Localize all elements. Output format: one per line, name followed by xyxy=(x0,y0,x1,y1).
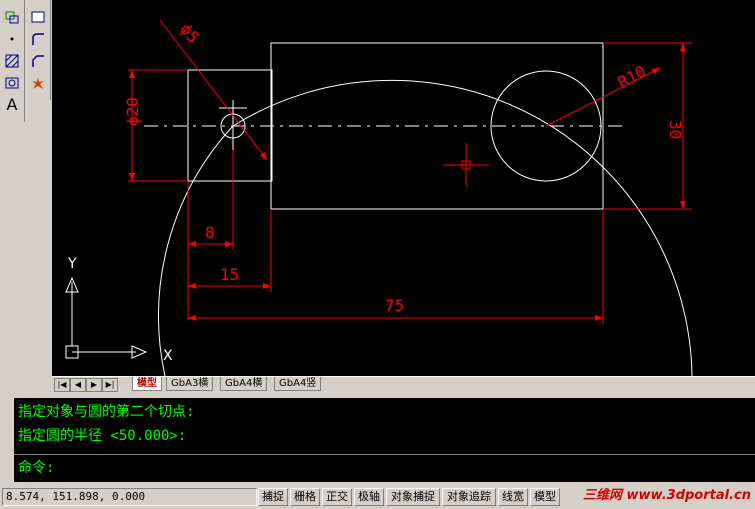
left-rectangle[interactable] xyxy=(187,69,273,182)
dimension-texts: ϕ5 ϕ20 R10 30 8 15 75 xyxy=(123,20,685,315)
ucs-y-label: Y xyxy=(67,256,77,272)
dim-30-text: 30 xyxy=(666,120,685,139)
command-history-line: 指定圆的半径 <50.000>: xyxy=(18,428,187,444)
dim-phi20-text: ϕ20 xyxy=(123,97,142,126)
tab-first-button[interactable]: |◀ xyxy=(54,378,70,392)
point-icon[interactable] xyxy=(2,30,22,48)
tab-gba3-landscape[interactable]: GbA3横 xyxy=(166,377,214,391)
draw-toolbar: A xyxy=(0,0,25,122)
ucs-icon xyxy=(65,276,148,359)
command-window[interactable]: 指定对象与圆的第二个切点: 指定圆的半径 <50.000>: 命令: xyxy=(14,398,755,482)
osnap-button[interactable]: 对象捕捉 xyxy=(386,488,440,506)
explode-icon[interactable] xyxy=(28,74,48,92)
drawing-canvas: ϕ5 ϕ20 R10 30 8 15 75 Y X xyxy=(65,19,693,376)
ucs-x-label: X xyxy=(163,348,173,364)
drawing-area[interactable]: ϕ5 ϕ20 R10 30 8 15 75 Y X xyxy=(52,0,755,376)
tab-model[interactable]: 模型 xyxy=(132,377,162,391)
snap-button[interactable]: 捕捉 xyxy=(258,488,288,506)
dim-r10-text: R10 xyxy=(615,62,649,92)
watermark: 三维网 www.3dportal.cn xyxy=(582,488,751,503)
command-prompt[interactable]: 命令: xyxy=(18,458,54,478)
coordinate-readout: 8.574, 151.898, 0.000 xyxy=(2,488,257,506)
tangent-arc-main[interactable] xyxy=(232,79,693,376)
grid-button[interactable]: 栅格 xyxy=(290,488,320,506)
tab-gba4-landscape[interactable]: GbA4横 xyxy=(220,377,268,391)
otrack-button[interactable]: 对象追踪 xyxy=(442,488,496,506)
dim-phi5-text: ϕ5 xyxy=(176,20,203,47)
tab-prev-button[interactable]: ◀ xyxy=(70,378,86,392)
region-fill-icon[interactable] xyxy=(2,74,22,92)
pick-marker xyxy=(443,143,489,187)
dimensions xyxy=(128,19,692,324)
command-history-line: 指定对象与圆的第二个切点: xyxy=(18,404,195,420)
polar-button[interactable]: 极轴 xyxy=(354,488,384,506)
modify-toolbar xyxy=(26,0,51,100)
ortho-button[interactable]: 正交 xyxy=(322,488,352,506)
left-toolbar: A xyxy=(0,0,52,378)
lineweight-button[interactable]: 线宽 xyxy=(498,488,528,506)
chamfer-icon[interactable] xyxy=(28,52,48,70)
text-icon: A xyxy=(6,95,18,114)
region-icon[interactable] xyxy=(2,8,22,26)
dim-75-text: 75 xyxy=(385,296,404,315)
command-divider xyxy=(14,454,755,455)
rectangle-icon[interactable] xyxy=(28,8,48,26)
tab-last-button[interactable]: ▶| xyxy=(102,378,118,392)
layout-tab-bar: |◀ ◀ ▶ ▶| 模型 GbA3横 GbA4横 GbA4竖 xyxy=(52,376,755,392)
text-tool-button[interactable]: A xyxy=(2,96,22,114)
fillet-icon[interactable] xyxy=(28,30,48,48)
dim-15-text: 15 xyxy=(220,265,239,284)
dim-8-text: 8 xyxy=(205,223,215,242)
tab-next-button[interactable]: ▶ xyxy=(86,378,102,392)
model-space-button[interactable]: 模型 xyxy=(530,488,560,506)
tangent-arc-left[interactable] xyxy=(158,125,234,376)
hatch-icon[interactable] xyxy=(2,52,22,70)
tab-gba4-portrait[interactable]: GbA4竖 xyxy=(274,377,322,391)
